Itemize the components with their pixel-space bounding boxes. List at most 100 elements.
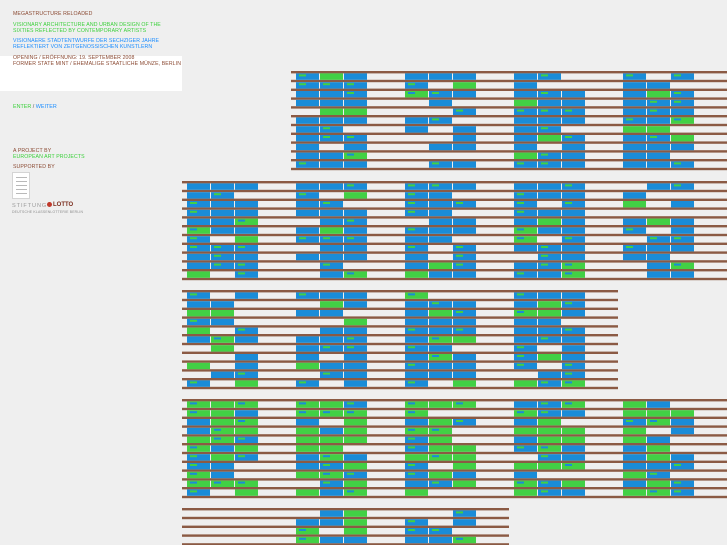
structure-accent	[432, 118, 439, 121]
enter-link[interactable]: ENTER	[13, 104, 31, 110]
structure-block	[344, 117, 367, 124]
band-line	[182, 516, 509, 520]
structure-accent	[674, 92, 681, 94]
lotto-logo[interactable]: LOTTO	[47, 202, 73, 208]
structure-block	[429, 454, 452, 461]
structure-block	[405, 371, 428, 378]
structure-block	[296, 143, 319, 151]
structure-block	[671, 419, 694, 426]
structure-block	[453, 218, 476, 225]
structure-accent	[347, 136, 354, 138]
band-line	[182, 316, 618, 319]
lotto-logo-text: LOTTO	[53, 202, 74, 209]
structure-block	[235, 201, 258, 208]
structure-accent	[432, 337, 439, 340]
structure-block	[344, 108, 367, 115]
structure-block	[538, 401, 561, 408]
structure-block	[405, 82, 428, 89]
structure-block	[538, 253, 561, 261]
structure-block	[538, 380, 561, 387]
structure-block	[623, 135, 646, 142]
structure-accent	[408, 210, 415, 213]
structure-block	[453, 510, 476, 517]
structure-block	[671, 480, 694, 487]
band-line	[291, 115, 727, 118]
structure-block	[429, 345, 452, 352]
structure-block	[344, 401, 367, 408]
structure-block	[405, 183, 428, 190]
structure-block	[562, 99, 585, 107]
structure-block	[187, 227, 210, 234]
band-line	[291, 141, 727, 144]
structure-block	[405, 336, 428, 343]
structure-accent	[674, 490, 681, 493]
structure-block	[453, 310, 476, 317]
structure-accent	[238, 402, 245, 405]
project-name-link[interactable]: EUROPEAN ART PROJECTS	[13, 154, 85, 161]
structure-block	[187, 436, 210, 443]
structure-block	[429, 327, 452, 334]
structure-accent	[517, 228, 524, 231]
structure-accent	[541, 490, 548, 493]
structure-block	[453, 82, 476, 89]
structure-block	[235, 445, 258, 452]
structure-block	[538, 454, 561, 461]
structure-block	[514, 445, 537, 452]
structure-block	[429, 192, 452, 199]
structure-block	[320, 183, 343, 190]
band-line	[182, 207, 727, 210]
structure-accent	[565, 109, 572, 112]
band-line	[291, 132, 727, 135]
kulturstiftung-logo[interactable]	[12, 172, 30, 199]
structure-accent	[432, 428, 439, 431]
structure-block	[647, 236, 670, 243]
structure-block	[296, 161, 319, 168]
structure-block	[296, 201, 319, 208]
structure-block	[405, 354, 428, 361]
structure-block	[514, 183, 537, 190]
structure-block	[562, 401, 585, 408]
structure-accent	[323, 372, 330, 375]
structure-block	[320, 454, 343, 461]
structure-block	[344, 362, 367, 370]
structure-accent	[190, 472, 197, 475]
structure-block	[320, 117, 343, 124]
structure-accent	[323, 83, 330, 86]
structure-accent	[432, 184, 439, 187]
structure-block	[453, 371, 476, 378]
structure-block	[235, 401, 258, 408]
structure-block	[235, 327, 258, 334]
weiter-link[interactable]: WEITER	[36, 104, 57, 110]
band-line	[182, 216, 727, 219]
structure-block	[235, 209, 258, 217]
band-line	[182, 369, 618, 372]
structure-block	[187, 362, 210, 370]
structure-accent	[323, 464, 330, 466]
structure-block	[405, 192, 428, 199]
structure-block	[211, 253, 234, 261]
structure-block	[623, 227, 646, 234]
structure-block	[235, 236, 258, 243]
structure-accent	[674, 184, 681, 187]
structure-block	[187, 192, 210, 199]
structure-block	[296, 192, 319, 199]
structure-block	[429, 99, 452, 107]
structure-block	[235, 271, 258, 278]
structure-block	[320, 301, 343, 308]
band-line	[182, 334, 618, 337]
structure-block	[296, 117, 319, 124]
structure-accent	[541, 74, 548, 77]
structure-block	[453, 454, 476, 461]
structure-block	[235, 227, 258, 234]
structure-accent	[517, 193, 524, 196]
structure-block	[187, 318, 210, 326]
structure-accent	[323, 127, 330, 130]
structure-block	[344, 354, 367, 361]
structure-block	[320, 209, 343, 217]
structure-block	[296, 336, 319, 343]
structure-block	[671, 262, 694, 269]
structure-block	[344, 380, 367, 387]
structure-block	[562, 236, 585, 243]
structure-block	[296, 454, 319, 461]
structure-accent	[565, 184, 572, 187]
